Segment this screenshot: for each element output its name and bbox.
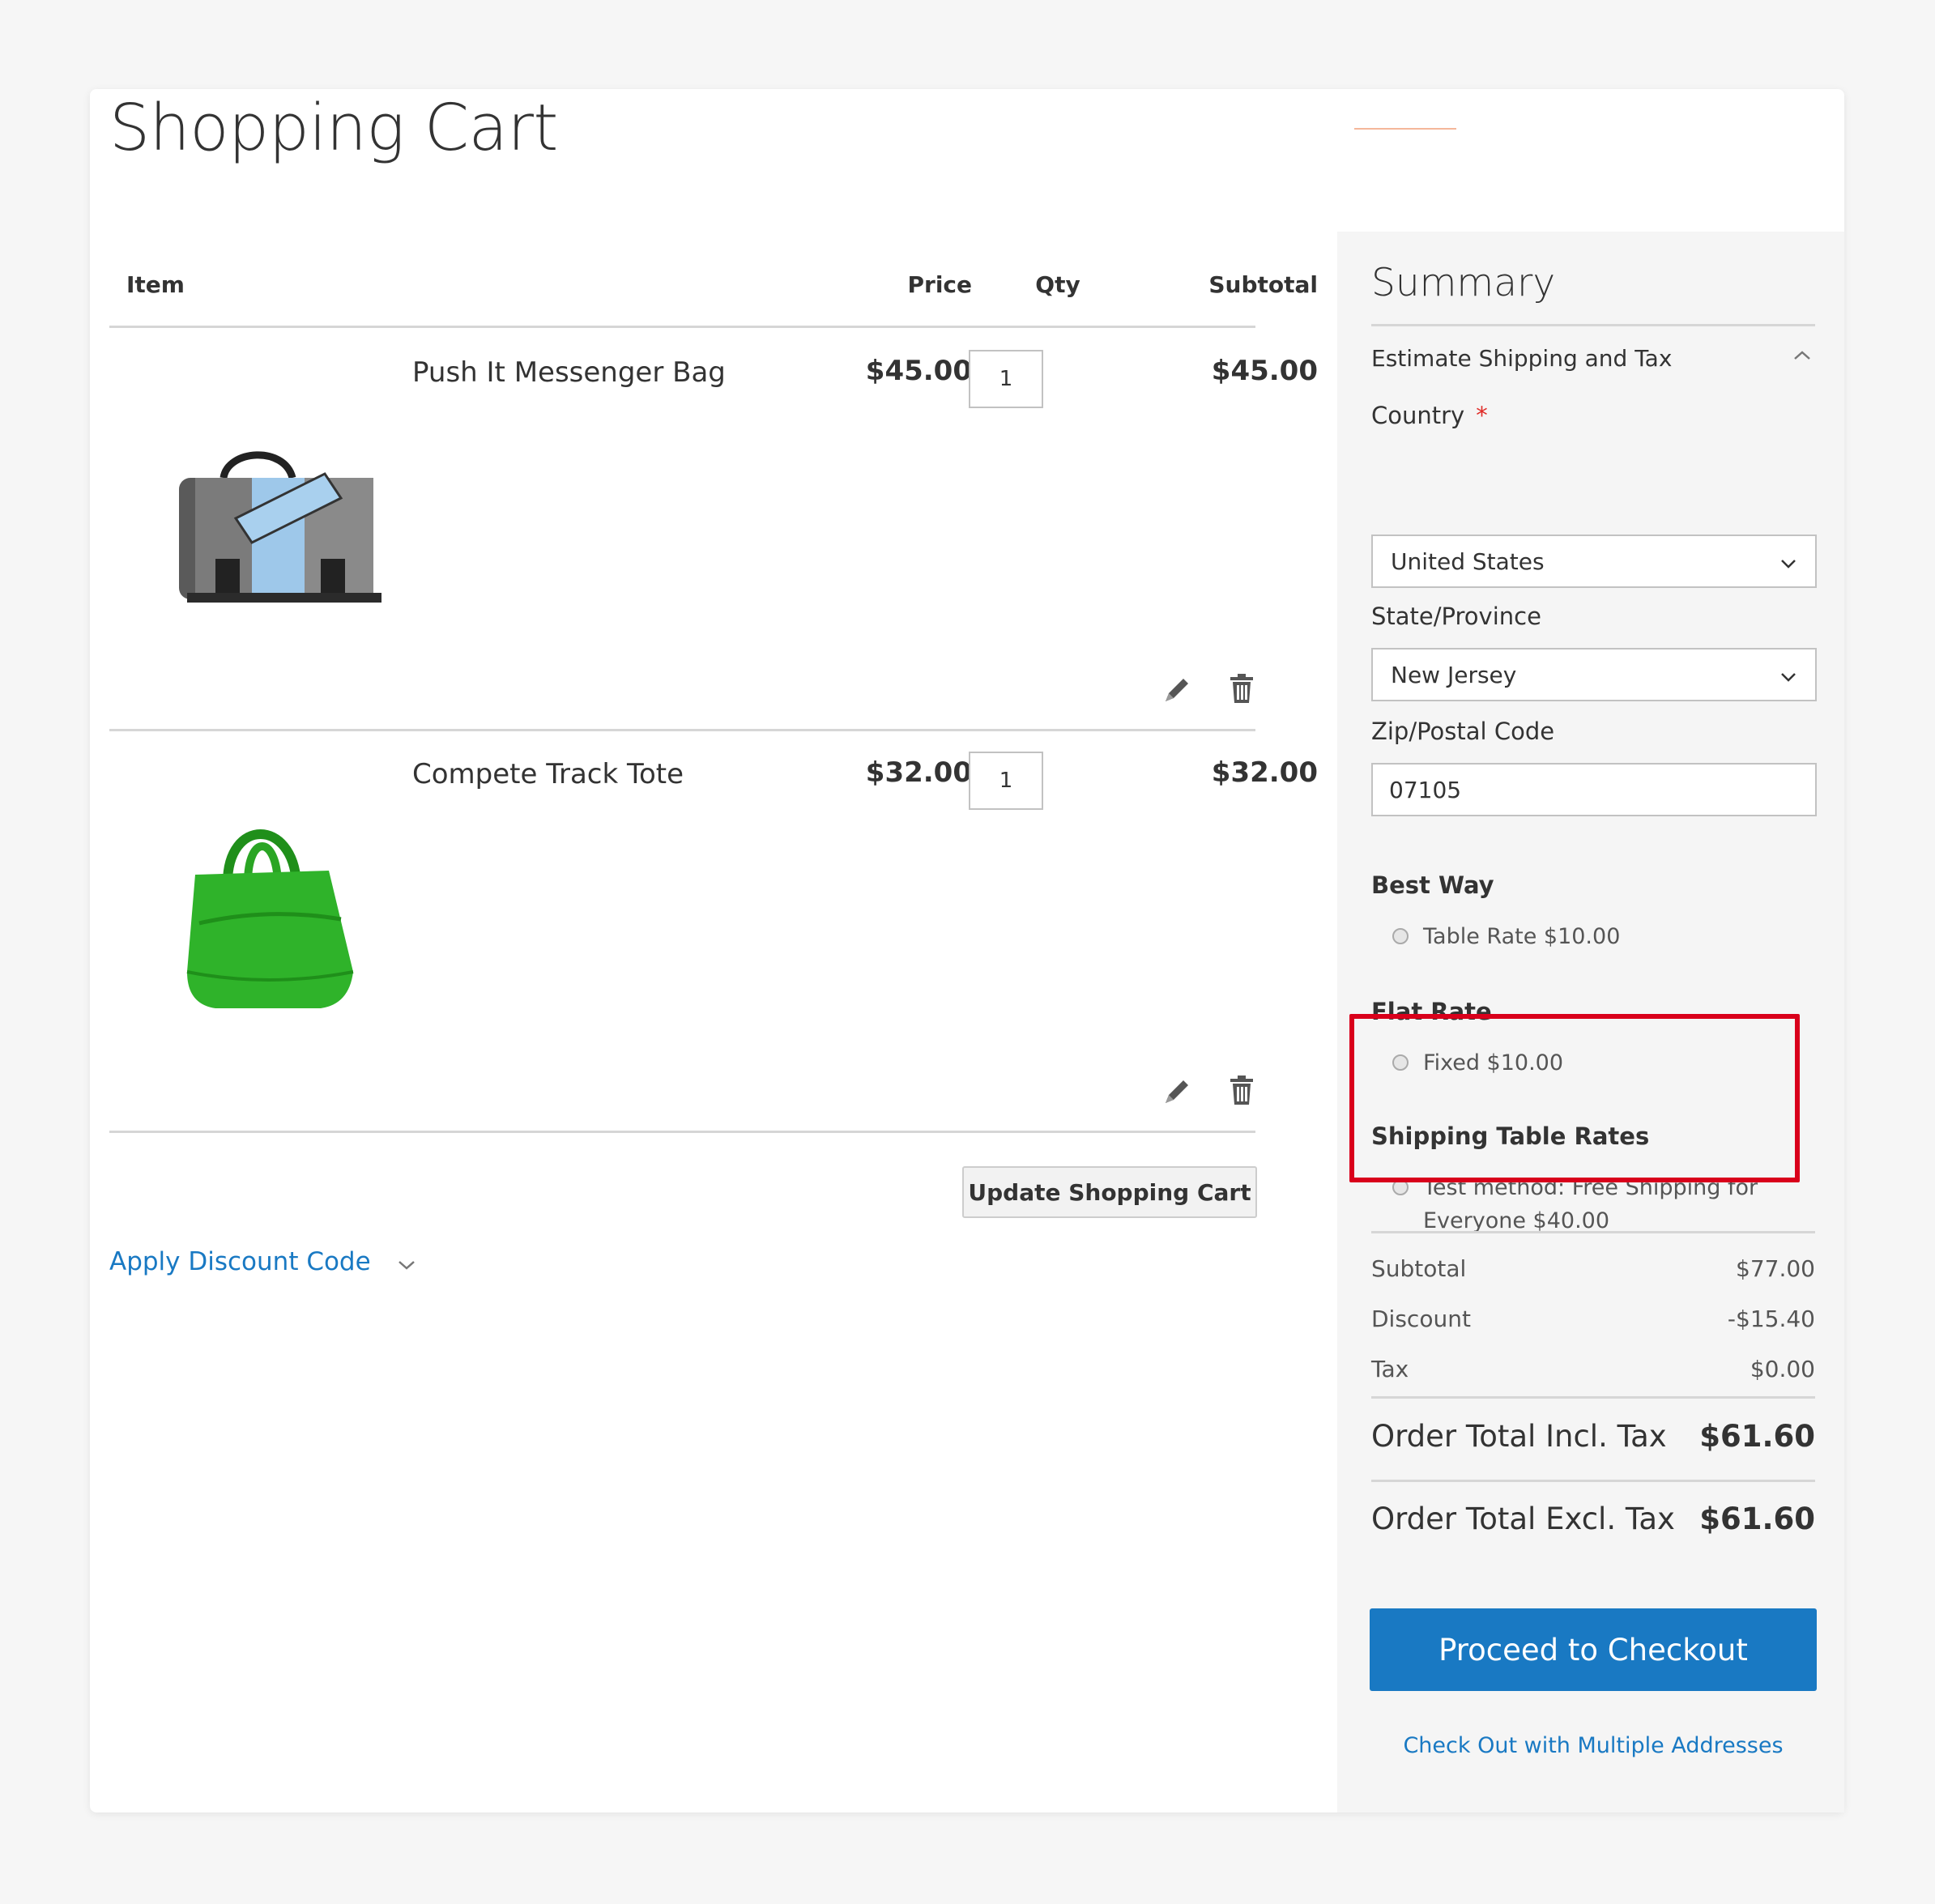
order-total-excl-tax: Order Total Excl. Tax $61.60: [1371, 1501, 1815, 1536]
shipping-rate-option[interactable]: Table Rate $10.00: [1392, 920, 1620, 953]
grand-total-value: $61.60: [1699, 1501, 1815, 1536]
messenger-bag-image[interactable]: [139, 356, 381, 624]
qty-input[interactable]: [969, 752, 1043, 810]
column-header-qty: Qty: [1035, 271, 1080, 298]
order-total-incl-tax: Order Total Incl. Tax $61.60: [1371, 1419, 1815, 1454]
rate-label[interactable]: Table Rate $10.00: [1423, 920, 1620, 953]
totals-row-subtotal: Subtotal $77.00: [1371, 1255, 1815, 1282]
trash-icon[interactable]: [1224, 671, 1259, 706]
qty-input[interactable]: [969, 350, 1043, 408]
green-tote-bag-image[interactable]: [139, 761, 381, 1029]
state-select[interactable]: New Jersey: [1371, 648, 1817, 701]
accent-line: [1354, 128, 1456, 130]
estimate-shipping-toggle[interactable]: Estimate Shipping and Tax: [1371, 345, 1672, 372]
column-header-price: Price: [907, 271, 972, 298]
totals-value: -$15.40: [1727, 1306, 1815, 1332]
chevron-down-icon: [1779, 662, 1797, 688]
chevron-down-icon: [397, 1249, 416, 1278]
required-mark: *: [1476, 402, 1488, 429]
carrier-title: Best Way: [1371, 871, 1494, 899]
item-price: $45.00: [865, 355, 972, 387]
state-label: State/Province: [1371, 603, 1541, 630]
chevron-down-icon: [1779, 548, 1797, 575]
totals-row-tax: Tax $0.00: [1371, 1356, 1815, 1382]
totals-label: Discount: [1371, 1306, 1471, 1332]
summary-divider: [1371, 324, 1815, 326]
cart-page-card: Shopping Cart Item Price Qty Subtotal Pu…: [90, 89, 1844, 1812]
header-divider: [109, 326, 1255, 328]
grand-total-value: $61.60: [1699, 1419, 1815, 1454]
grand-total-label: Order Total Incl. Tax: [1371, 1419, 1667, 1454]
column-header-subtotal: Subtotal: [1208, 271, 1318, 298]
discount-link-label[interactable]: Apply Discount Code: [109, 1247, 371, 1276]
edit-pencil-icon[interactable]: [1159, 672, 1195, 708]
proceed-to-checkout-button[interactable]: Proceed to Checkout: [1370, 1608, 1817, 1691]
apply-discount-toggle[interactable]: Apply Discount Code: [109, 1247, 416, 1278]
country-select-value: United States: [1391, 547, 1545, 575]
totals-label: Tax: [1371, 1356, 1409, 1382]
totals-value: $77.00: [1736, 1255, 1815, 1282]
summary-title: Summary: [1371, 261, 1556, 305]
totals-row-discount: Discount -$15.40: [1371, 1306, 1815, 1332]
item-subtotal: $32.00: [1211, 756, 1318, 789]
totals-divider: [1371, 1231, 1815, 1233]
totals-divider: [1371, 1480, 1815, 1482]
page-title: Shopping Cart: [109, 91, 558, 165]
totals-value: $0.00: [1750, 1356, 1815, 1382]
update-cart-button[interactable]: Update Shopping Cart: [962, 1166, 1257, 1218]
item-name[interactable]: Push It Messenger Bag: [412, 356, 726, 389]
column-header-item: Item: [126, 271, 185, 298]
rate-label-line: Everyone $40.00: [1423, 1208, 1610, 1233]
country-select[interactable]: United States: [1371, 535, 1817, 588]
zip-label: Zip/Postal Code: [1371, 718, 1555, 745]
highlight-box: [1349, 1014, 1800, 1182]
item-divider: [109, 729, 1255, 731]
chevron-up-icon[interactable]: [1792, 349, 1812, 365]
item-price: $32.00: [865, 756, 972, 789]
edit-pencil-icon[interactable]: [1159, 1074, 1195, 1110]
zip-input[interactable]: [1371, 763, 1817, 816]
radio-button[interactable]: [1392, 928, 1409, 944]
totals-divider: [1371, 1396, 1815, 1399]
multiple-addresses-link[interactable]: Check Out with Multiple Addresses: [1370, 1733, 1817, 1758]
country-label-text: Country: [1371, 402, 1465, 429]
country-label: Country *: [1371, 402, 1488, 429]
state-select-value: New Jersey: [1391, 661, 1517, 688]
item-divider: [109, 1131, 1255, 1133]
totals-label: Subtotal: [1371, 1255, 1467, 1282]
item-subtotal: $45.00: [1211, 355, 1318, 387]
item-name[interactable]: Compete Track Tote: [412, 758, 684, 790]
grand-total-label: Order Total Excl. Tax: [1371, 1501, 1675, 1536]
trash-icon[interactable]: [1224, 1072, 1259, 1108]
